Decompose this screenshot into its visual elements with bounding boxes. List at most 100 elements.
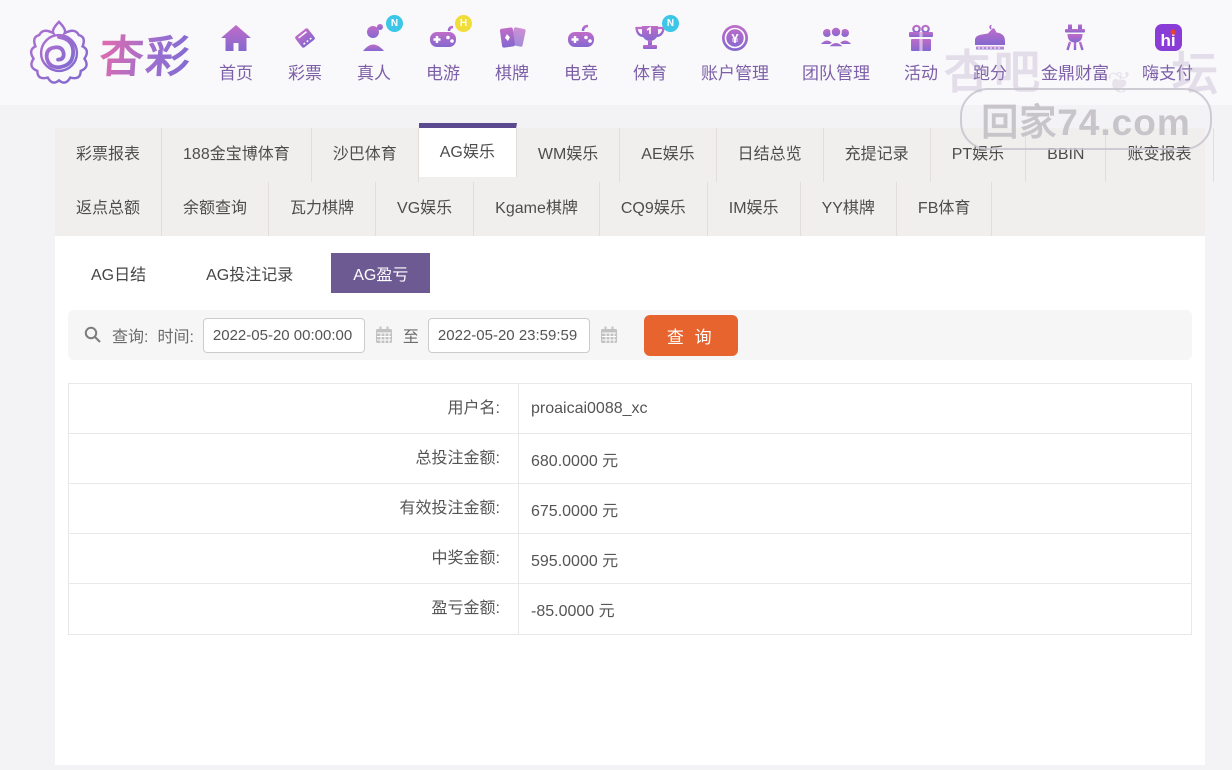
report-tab[interactable]: 充提记录 — [824, 128, 931, 182]
report-tab[interactable]: 188金宝博体育 — [162, 128, 312, 182]
nav-item-label: 体育 — [633, 63, 667, 83]
row-label: 有效投注金额: — [69, 483, 519, 534]
query-bar: 查询: 时间: 至 查 询 — [68, 310, 1192, 360]
table-row: 中奖金额: 595.0000 元 — [69, 533, 1191, 584]
sub-tab[interactable]: AG盈亏 — [331, 253, 431, 293]
nav-item-label: 真人 — [357, 63, 391, 83]
report-tab[interactable]: 日结总览 — [717, 128, 824, 182]
datetime-to-input[interactable] — [427, 317, 590, 353]
report-tab[interactable]: AE娱乐 — [620, 128, 717, 182]
nav-item-label: 棋牌 — [495, 63, 529, 83]
report-tab[interactable]: 账变报表 — [1106, 128, 1214, 182]
row-value: proaicai0088_xc — [531, 399, 648, 417]
report-tab[interactable]: AG娱乐 — [418, 123, 517, 177]
nav-item[interactable]: H 电游 — [425, 14, 472, 84]
report-tab[interactable]: 转账报表 — [1214, 128, 1232, 182]
report-tab[interactable]: 彩票报表 — [55, 128, 163, 182]
nav-item[interactable]: 团队管理 — [802, 22, 870, 84]
report-tab[interactable]: CQ9娱乐 — [600, 182, 708, 236]
table-row: 有效投注金额: 675.0000 元 — [69, 483, 1191, 534]
nav-item-label: 账户管理 — [701, 63, 769, 83]
report-tabstrip: 彩票报表 188金宝博体育 沙巴体育 AG娱乐 WM娱乐 AE娱乐 日结总览 充… — [55, 123, 1214, 236]
report-tab[interactable]: 余额查询 — [162, 182, 270, 236]
report-tab[interactable]: WM娱乐 — [517, 128, 621, 182]
home-icon — [218, 22, 254, 54]
report-tab[interactable]: IM娱乐 — [708, 182, 801, 236]
report-tab[interactable]: 返点总额 — [55, 182, 163, 236]
to-separator: 至 — [402, 329, 419, 346]
rhino-icon — [972, 22, 1008, 54]
report-tab[interactable]: BBIN — [1026, 128, 1107, 182]
nav-item[interactable]: 账户管理 — [701, 22, 769, 84]
new-badge: N — [662, 14, 679, 32]
nav-item-label: 嗨支付 — [1142, 63, 1193, 83]
table-row: 总投注金额: 680.0000 元 — [69, 433, 1191, 484]
nav-item[interactable]: 嗨支付 — [1142, 22, 1193, 84]
team-icon — [818, 22, 854, 54]
gamepad-icon: H — [425, 14, 472, 54]
ding-icon — [1057, 22, 1093, 54]
nav-item-label: 跑分 — [973, 63, 1007, 83]
nav-item-label: 电游 — [426, 63, 460, 83]
time-label: 时间: — [157, 329, 194, 346]
logo-emblem-icon — [26, 18, 92, 88]
calendar-icon[interactable] — [374, 325, 394, 345]
row-label: 盈亏金额: — [69, 584, 519, 634]
esports-icon — [563, 22, 599, 54]
nav-item-label: 团队管理 — [802, 63, 870, 83]
nav-item[interactable]: 活动 — [903, 22, 939, 84]
query-button[interactable]: 查 询 — [643, 314, 738, 356]
nav-item-label: 活动 — [904, 63, 938, 83]
brand-name: 杏彩 — [98, 21, 194, 85]
nav-item-label: 彩票 — [288, 63, 322, 83]
row-label: 中奖金额: — [69, 533, 519, 584]
report-tab[interactable]: PT娱乐 — [931, 128, 1027, 182]
brand-logo[interactable]: 杏彩 — [26, 18, 194, 88]
row-label: 用户名: — [69, 383, 519, 434]
table-row: 盈亏金额: -85.0000 元 — [69, 584, 1191, 634]
report-tab[interactable]: FB体育 — [897, 182, 993, 236]
sub-tab[interactable]: AG投注记录 — [184, 253, 315, 293]
row-value: -85.0000 元 — [531, 603, 615, 620]
report-tab[interactable]: 瓦力棋牌 — [269, 182, 377, 236]
nav-item[interactable]: 棋牌 — [494, 22, 530, 84]
nav-item[interactable]: 彩票 — [287, 22, 323, 84]
report-tab[interactable]: YY棋牌 — [801, 182, 897, 236]
nav-item[interactable]: 首页 — [218, 22, 254, 84]
gift-icon — [903, 22, 939, 54]
sub-tabs: AG日结 AG投注记录 AG盈亏 — [55, 253, 1205, 293]
ticket-icon — [287, 22, 323, 54]
table-row: 用户名: proaicai0088_xc — [69, 383, 1191, 434]
main-panel: 彩票报表 188金宝博体育 沙巴体育 AG娱乐 WM娱乐 AE娱乐 日结总览 充… — [55, 123, 1214, 765]
report-tab[interactable]: 沙巴体育 — [312, 128, 419, 182]
new-badge: N — [386, 14, 403, 32]
nav-item[interactable]: N 体育 — [632, 14, 679, 84]
nav-item-label: 首页 — [219, 63, 253, 83]
trophy-icon: N — [632, 14, 679, 54]
nav-item[interactable]: 跑分 — [972, 22, 1008, 84]
content-area: AG日结 AG投注记录 AG盈亏 查询: 时间: 至 查 询 用户名: proa… — [55, 236, 1205, 765]
report-tab[interactable]: Kgame棋牌 — [474, 182, 600, 236]
new-badge: H — [455, 14, 472, 32]
profit-report-table: 用户名: proaicai0088_xc 总投注金额: 680.0000 元 有… — [68, 383, 1192, 635]
row-value: 675.0000 元 — [531, 502, 619, 520]
search-icon — [83, 325, 103, 345]
tab-row-1: 彩票报表 188金宝博体育 沙巴体育 AG娱乐 WM娱乐 AE娱乐 日结总览 充… — [55, 123, 1214, 182]
query-label: 查询: — [112, 329, 149, 346]
row-label: 总投注金额: — [69, 433, 519, 484]
nav-item[interactable]: 电竞 — [563, 22, 599, 84]
sub-tab[interactable]: AG日结 — [69, 253, 168, 293]
account-coin-icon — [717, 22, 753, 54]
row-value: 595.0000 元 — [531, 552, 619, 570]
main-nav: 首页 彩票 N 真人 H 电游 棋牌 电竞 N 体育 账户管理 团队管理 活动 … — [218, 14, 1193, 84]
report-tab[interactable]: VG娱乐 — [376, 182, 475, 236]
nav-item[interactable]: 金鼎财富 — [1041, 22, 1109, 84]
datetime-from-input[interactable] — [202, 317, 365, 353]
calendar-icon[interactable] — [599, 325, 619, 345]
tab-row-2: 返点总额 余额查询 瓦力棋牌 VG娱乐 Kgame棋牌 CQ9娱乐 IM娱乐 Y… — [55, 182, 1205, 236]
nav-item-label: 金鼎财富 — [1041, 63, 1109, 83]
row-value: 680.0000 元 — [531, 452, 619, 470]
hi-pay-icon — [1150, 22, 1186, 54]
top-header: 杏彩 首页 彩票 N 真人 H 电游 棋牌 电竞 N 体育 账户管理 团队管理 … — [0, 0, 1232, 150]
nav-item[interactable]: N 真人 — [356, 14, 403, 84]
